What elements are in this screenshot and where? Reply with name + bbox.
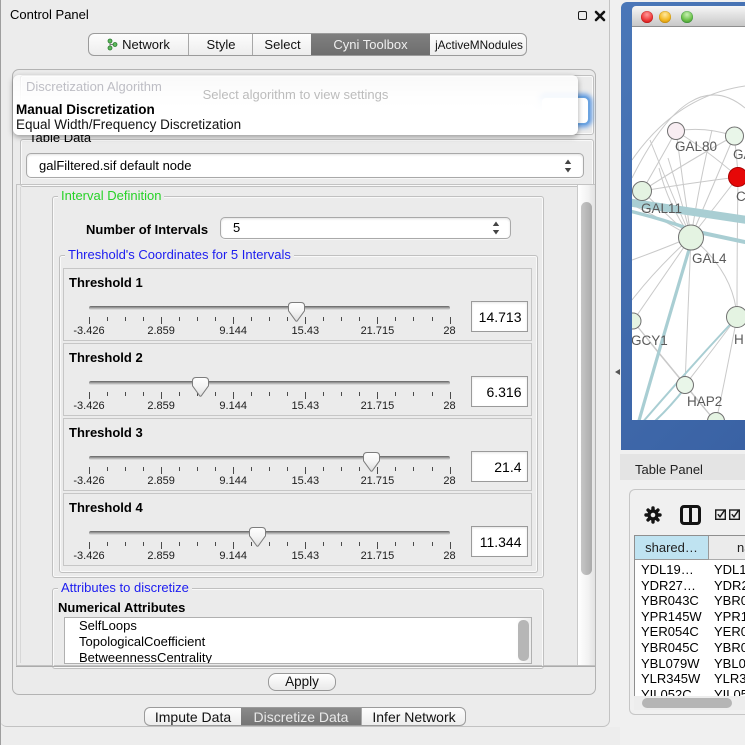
svg-text:GCY1: GCY1 — [632, 333, 668, 348]
svg-text:GAL11: GAL11 — [641, 201, 682, 216]
svg-text:HAP2: HAP2 — [687, 394, 722, 409]
svg-text:H: H — [734, 332, 744, 347]
svg-text:GA: GA — [733, 147, 745, 162]
svg-text:GAL4: GAL4 — [692, 251, 727, 266]
svg-text:C: C — [736, 189, 745, 204]
svg-text:GAL80: GAL80 — [675, 139, 717, 154]
